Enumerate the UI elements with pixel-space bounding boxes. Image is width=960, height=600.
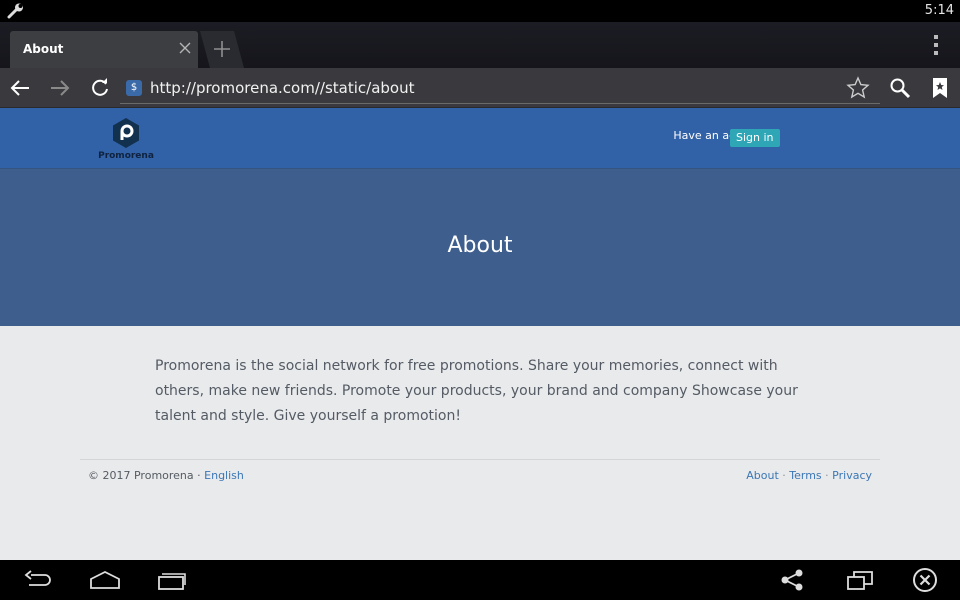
footer-separator: · — [778, 469, 790, 482]
back-icon[interactable] — [23, 569, 53, 591]
system-nav-bar — [0, 560, 960, 600]
hero-banner: About — [0, 168, 960, 326]
overflow-menu-icon[interactable] — [932, 35, 940, 57]
window-resize-icon[interactable] — [845, 569, 875, 591]
wrench-icon — [7, 3, 23, 19]
screen: 5:14 About $ http://promorena.com//stati… — [0, 0, 960, 600]
logo-name: Promorena — [98, 151, 154, 161]
language-link[interactable]: English — [204, 469, 244, 482]
tab-strip: About — [0, 22, 960, 68]
bookmarks-icon[interactable] — [928, 76, 952, 100]
close-icon[interactable] — [178, 41, 192, 55]
footer-divider — [80, 459, 880, 460]
copyright-text: © 2017 Promorena · — [88, 469, 205, 482]
footer-about-link[interactable]: About — [746, 469, 779, 482]
share-icon[interactable] — [777, 569, 807, 591]
footer-links: About · Terms · Privacy — [746, 469, 872, 482]
home-icon[interactable] — [90, 569, 120, 591]
footer-privacy-link[interactable]: Privacy — [832, 469, 872, 482]
site-logo[interactable]: Promorena — [98, 117, 154, 163]
url-text: http://promorena.com//static/about — [150, 79, 415, 97]
close-circle-icon[interactable] — [912, 567, 938, 593]
web-page: Promorena Have an account? Sign in About… — [0, 108, 960, 560]
recent-apps-icon[interactable] — [157, 569, 187, 591]
reload-icon[interactable] — [88, 76, 112, 100]
page-title: About — [447, 233, 513, 258]
star-icon[interactable] — [846, 76, 870, 100]
site-header: Promorena Have an account? Sign in — [0, 108, 960, 168]
address-bar[interactable]: $ http://promorena.com//static/about — [120, 72, 880, 104]
tab-about[interactable]: About — [10, 31, 198, 68]
search-icon[interactable] — [888, 76, 912, 100]
sign-in-button[interactable]: Sign in — [730, 129, 780, 147]
new-tab-icon[interactable] — [200, 31, 244, 68]
status-bar: 5:14 — [0, 0, 960, 22]
footer-separator: · — [821, 469, 833, 482]
about-text: Promorena is the social network for free… — [155, 358, 798, 424]
logo-mark-icon — [113, 118, 139, 148]
forward-arrow-icon[interactable] — [48, 76, 72, 100]
tab-title: About — [23, 42, 64, 56]
footer-terms-link[interactable]: Terms — [789, 469, 821, 482]
back-arrow-icon[interactable] — [8, 76, 32, 100]
status-clock: 5:14 — [924, 3, 954, 18]
footer-copyright: © 2017 Promorena · English — [88, 469, 244, 482]
browser-toolbar: $ http://promorena.com//static/about — [0, 68, 960, 108]
site-icon: $ — [126, 80, 142, 96]
